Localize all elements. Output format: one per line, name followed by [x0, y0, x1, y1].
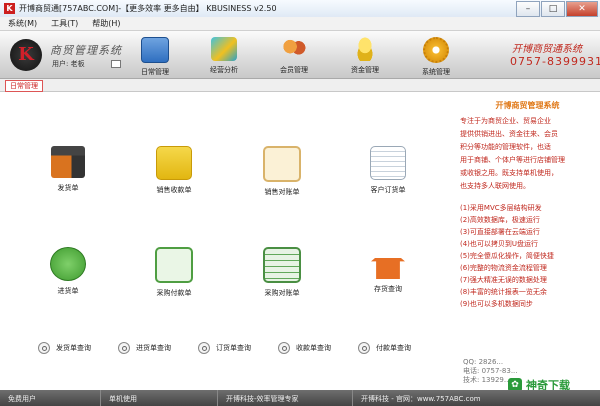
search-icon — [278, 342, 290, 354]
truck-icon — [51, 146, 85, 178]
feature-item: (7)强大精准无误的数据处理 — [460, 276, 547, 284]
tile-label: 采购付款单 — [156, 289, 192, 297]
feature-item: (5)完全傻瓜化操作，简便快捷 — [460, 252, 554, 260]
main-toolbar: K 商贸管理系统 用户: 老板 日常管理 经营分析 会员管理 资金管理 系统管理… — [0, 31, 600, 79]
search-icon — [38, 342, 50, 354]
search-icon — [358, 342, 370, 354]
clipboard-icon — [263, 146, 301, 182]
feature-item: (2)高效数据库，极速运行 — [460, 216, 540, 224]
tile-label: 销售对账单 — [264, 188, 300, 196]
query-payment[interactable]: 付款单查询 — [358, 342, 438, 354]
feature-item: (6)完整的物流资金流程管理 — [460, 264, 547, 272]
menu-tools[interactable]: 工具(T) — [43, 17, 84, 30]
window-controls: – □ ✕ — [516, 1, 598, 17]
system-name: 商贸管理系统 — [50, 44, 122, 57]
tile-label: 发货单 — [57, 184, 79, 192]
checklist-icon — [263, 247, 301, 283]
query-label: 付款单查询 — [376, 344, 411, 352]
toolbar-label: 日常管理 — [141, 68, 169, 76]
toolbar-label: 经营分析 — [210, 66, 238, 74]
toolbar-business-analysis[interactable]: 经营分析 — [194, 35, 254, 77]
feature-item: (9)也可以多机数据同步 — [460, 300, 533, 308]
tab-daily-management[interactable]: 日常管理 — [5, 80, 43, 92]
company-name: 开博商贸通系统 — [512, 44, 582, 55]
query-customer-order[interactable]: 订货单查询 — [198, 342, 278, 354]
search-icon — [198, 342, 210, 354]
info-sidebar: 开博商贸管理系统 专注于为商贸企业、贸易企业 提供供销进出、资金往来、会员 积分… — [460, 100, 595, 310]
contact-qq: QQ: 2826... — [463, 358, 504, 366]
status-slogan: 开博科技-效率管理专家 — [218, 390, 353, 406]
tile-label: 采购对账单 — [264, 289, 300, 297]
tile-customer-order[interactable]: 客户订货单 — [343, 146, 433, 195]
current-user: 用户: 老板 — [52, 60, 85, 68]
mail-icon[interactable] — [111, 60, 121, 68]
toolbar-label: 系统管理 — [422, 68, 450, 76]
query-delivery-order[interactable]: 发货单查询 — [38, 342, 118, 354]
toolbar-member-management[interactable]: 会员管理 — [264, 35, 324, 77]
query-receipt[interactable]: 收款单查询 — [278, 342, 358, 354]
feature-list: (1)采用MVC多层结构研发 (2)高效数据库，极速运行 (3)可直接部署在云端… — [460, 202, 595, 310]
toolbar-daily-management[interactable]: 日常管理 — [125, 35, 185, 77]
users-icon — [281, 37, 307, 61]
tile-purchase-payment[interactable]: 采购付款单 — [129, 247, 219, 298]
status-mode: 单机使用 — [101, 390, 218, 406]
status-bar: 免费用户 单机使用 开博科技-效率管理专家 开博科技 - 官网：www.757A… — [0, 390, 600, 406]
tile-inventory-query[interactable]: 存货查询 — [343, 247, 433, 294]
toolbar-label: 会员管理 — [280, 66, 308, 74]
query-label: 进货单查询 — [136, 344, 171, 352]
tile-label: 存货查询 — [374, 285, 402, 293]
search-icon — [118, 342, 130, 354]
feature-item: (3)可直接部署在云端运行 — [460, 228, 540, 236]
status-website[interactable]: 开博科技 - 官网：www.757ABC.com — [353, 390, 565, 406]
tile-purchase-order[interactable]: 进货单 — [23, 247, 113, 296]
tile-label: 销售收款单 — [156, 186, 192, 194]
tile-delivery-order[interactable]: 发货单 — [23, 146, 113, 193]
feature-item: (1)采用MVC多层结构研发 — [460, 204, 542, 212]
quick-query-row: 发货单查询 进货单查询 订货单查询 收款单查询 付款单查询 — [38, 342, 438, 354]
menu-system[interactable]: 系统(M) — [0, 17, 43, 30]
document-icon — [370, 146, 406, 180]
toolbar-fund-management[interactable]: 资金管理 — [335, 35, 395, 77]
calendar-icon — [141, 37, 169, 63]
tile-label: 进货单 — [57, 287, 79, 295]
gear-icon — [423, 37, 449, 63]
coins-icon — [352, 37, 378, 61]
house-icon — [371, 247, 405, 279]
chart-icon — [211, 37, 237, 61]
main-panel: 发货单 销售收款单 销售对账单 客户订货单 进货单 采购付款单 采购对账单 存货… — [0, 92, 600, 389]
app-icon: K — [4, 3, 15, 14]
maximize-button[interactable]: □ — [541, 1, 565, 17]
close-button[interactable]: ✕ — [566, 1, 598, 17]
menu-bar: 系统(M) 工具(T) 帮助(H) — [0, 17, 600, 31]
tab-strip: 日常管理 — [0, 79, 600, 92]
company-phone: 0757-83999317 — [510, 55, 600, 68]
buy-arrow-icon — [50, 247, 86, 281]
sidebar-description: 专注于为商贸企业、贸易企业 提供供销进出、资金往来、会员 积分等功能的管理软件，… — [460, 117, 565, 190]
tile-sales-statement[interactable]: 销售对账单 — [237, 146, 327, 197]
toolbar-system-management[interactable]: 系统管理 — [406, 35, 466, 77]
query-label: 收款单查询 — [296, 344, 331, 352]
feature-item: (4)也可以拷贝到U盘运行 — [460, 240, 539, 248]
minimize-button[interactable]: – — [516, 1, 540, 17]
feature-item: (8)丰富的统计报表一览无余 — [460, 288, 547, 296]
contact-phone: 电话: 0757-83... — [463, 367, 518, 375]
query-purchase-order[interactable]: 进货单查询 — [118, 342, 198, 354]
sidebar-heading: 开博商贸管理系统 — [495, 101, 560, 110]
menu-help[interactable]: 帮助(H) — [84, 17, 126, 30]
title-bar: K 开博商贸通[757ABC.COM]-【更多效率 更多自由】 KBUSINES… — [0, 0, 600, 18]
query-label: 发货单查询 — [56, 344, 91, 352]
window-title: 开博商贸通[757ABC.COM]-【更多效率 更多自由】 KBUSINESS … — [19, 4, 277, 13]
k-logo: K — [10, 39, 42, 71]
tile-purchase-statement[interactable]: 采购对账单 — [237, 247, 327, 298]
yen-receipt-icon — [156, 146, 192, 180]
tile-label: 客户订货单 — [370, 186, 406, 194]
edit-document-icon — [155, 247, 193, 283]
status-license: 免费用户 — [0, 390, 101, 406]
toolbar-label: 资金管理 — [351, 66, 379, 74]
tile-sales-receipt[interactable]: 销售收款单 — [129, 146, 219, 195]
query-label: 订货单查询 — [216, 344, 251, 352]
